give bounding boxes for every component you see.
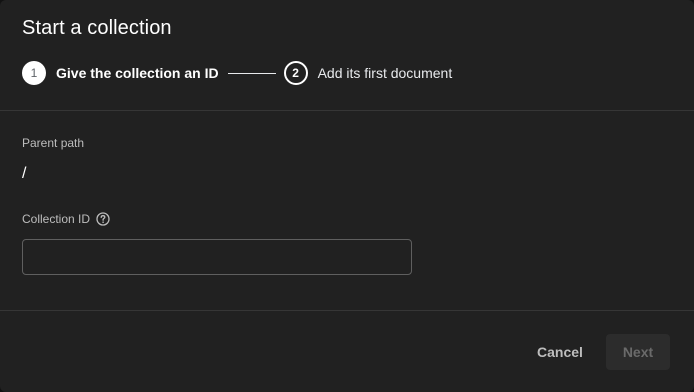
step-2-indicator: 2 [283,61,308,85]
collection-id-label: Collection ID [22,212,91,226]
help-circle-icon[interactable] [96,212,110,226]
collection-id-label-row: Collection ID [22,212,110,226]
step-2-label: Add its first document [317,65,453,81]
parent-path-value: / [22,165,27,182]
start-collection-dialog: Start a collection 1 Give the collection… [0,0,694,392]
parent-path-label: Parent path [22,136,85,150]
header-divider [0,110,694,111]
footer-divider [0,310,694,311]
step-1-indicator: 1 [22,61,46,85]
step-1-label: Give the collection an ID [56,65,219,81]
next-button[interactable]: Next [606,334,670,370]
step-connector [227,72,276,74]
stepper: 1 Give the collection an ID 2 Add its fi… [22,59,452,87]
cancel-button[interactable]: Cancel [524,334,596,370]
dialog-title: Start a collection [22,17,172,39]
collection-id-input[interactable] [22,239,412,275]
